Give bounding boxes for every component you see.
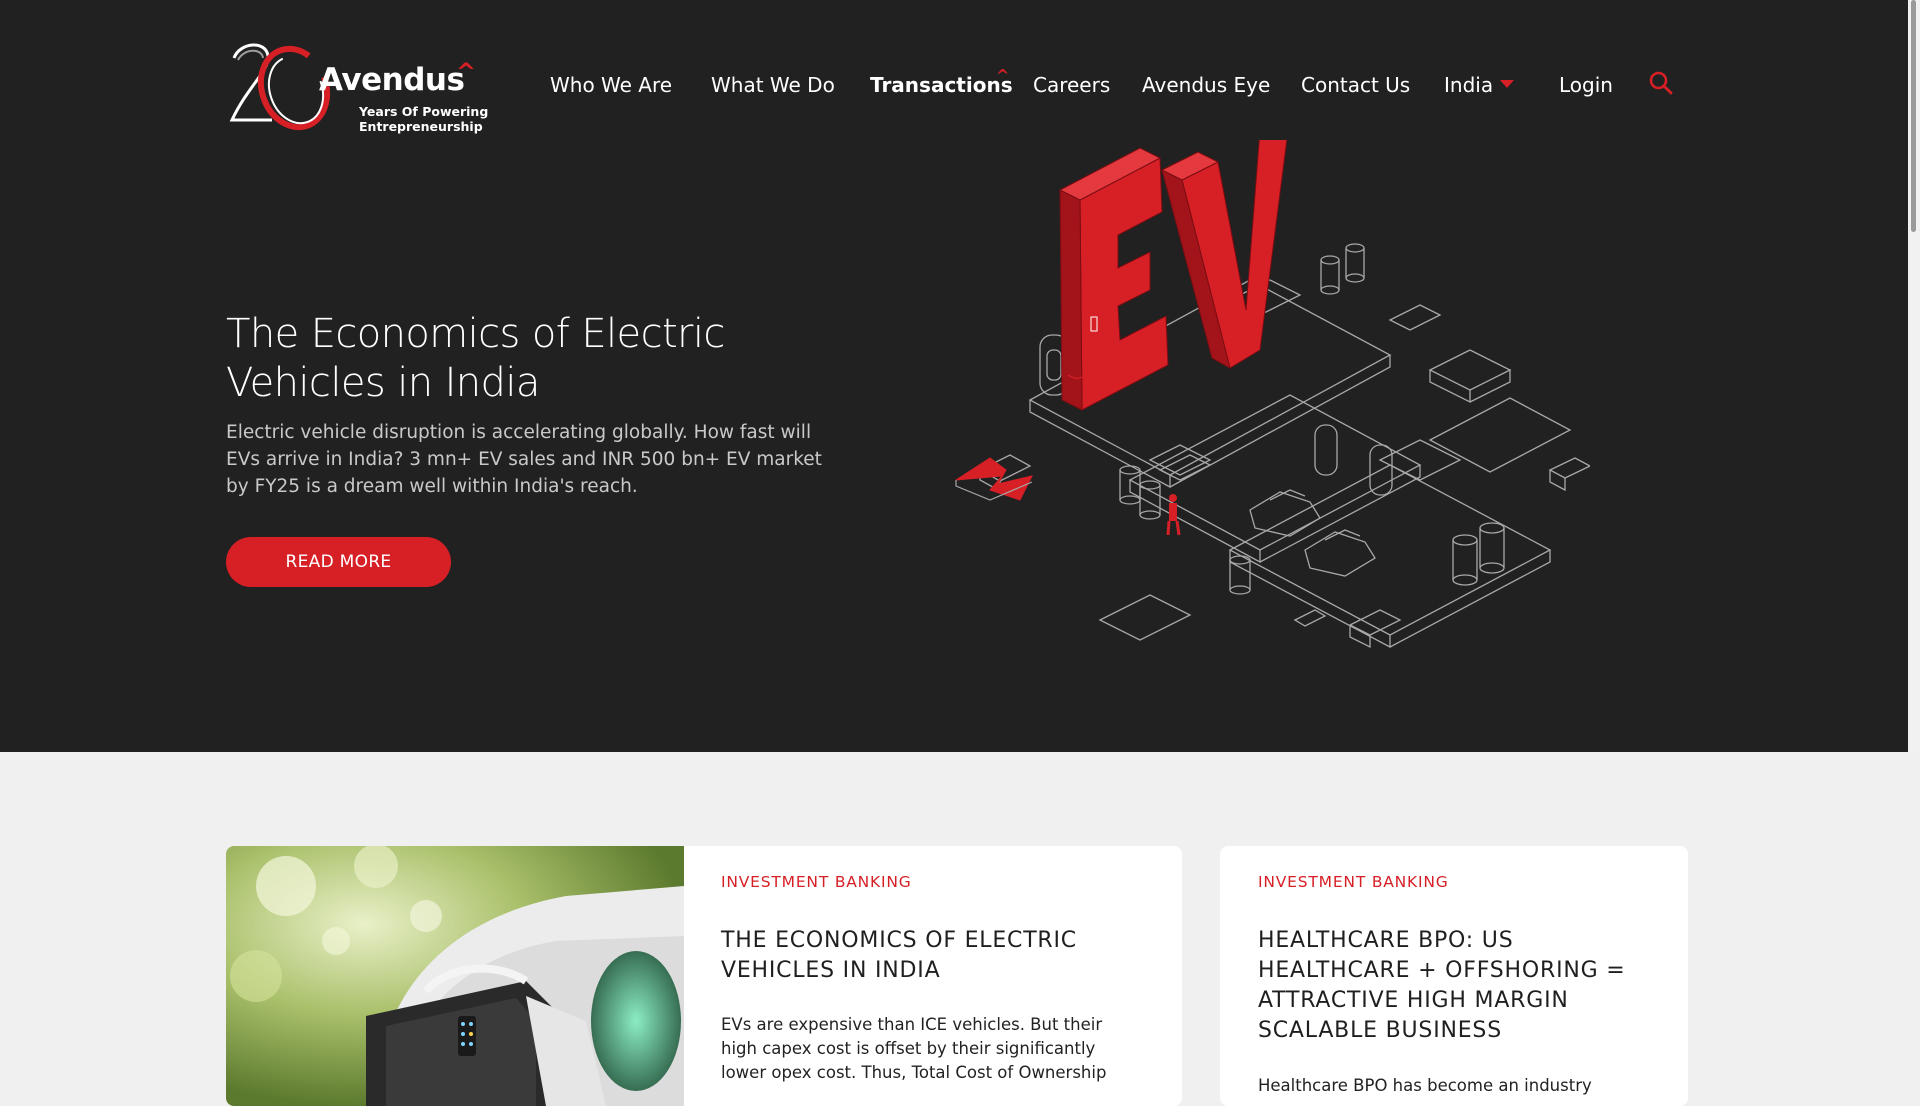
logo-tagline: Years Of Powering Entrepreneurship: [359, 104, 488, 134]
nav-who-we-are[interactable]: Who We Are: [550, 70, 672, 100]
read-more-button[interactable]: READ MORE: [226, 537, 451, 587]
ev-charging-photo: [226, 846, 684, 1106]
ev-isometric-illustration: [955, 140, 1590, 649]
nav-careers[interactable]: Careers: [1033, 70, 1110, 100]
transactions-active-caret-icon: ^: [996, 66, 1010, 85]
nav-region-india[interactable]: India: [1444, 70, 1493, 100]
article-card[interactable]: INVESTMENT BANKING HEALTHCARE BPO: US HE…: [1220, 846, 1688, 1106]
nav-login[interactable]: Login: [1559, 70, 1613, 100]
hero-description: Electric vehicle disruption is accelerat…: [226, 422, 822, 497]
nav-contact-us[interactable]: Contact Us: [1301, 70, 1410, 100]
main-nav: Who We Are What We Do Transactions ^ Car…: [0, 66, 1920, 100]
card-title[interactable]: HEALTHCARE BPO: US HEALTHCARE + OFFSHORI…: [1258, 926, 1658, 1046]
scrollbar-thumb[interactable]: [1911, 0, 1916, 232]
region-dropdown-arrow-icon[interactable]: [1500, 80, 1514, 88]
card-excerpt: EVs are expensive than ICE vehicles. But…: [721, 1015, 1107, 1082]
hero-title: The Economics of Electric Vehicles in In…: [226, 311, 725, 406]
nav-what-we-do[interactable]: What We Do: [711, 70, 835, 100]
logo-tagline-line1: Years Of Powering: [359, 104, 489, 119]
card-category: INVESTMENT BANKING: [1258, 873, 1449, 891]
card-title[interactable]: THE ECONOMICS OF ELECTRIC VEHICLES IN IN…: [721, 926, 1141, 986]
card-category: INVESTMENT BANKING: [721, 873, 912, 891]
nav-transactions[interactable]: Transactions: [870, 70, 1013, 100]
card-excerpt: Healthcare BPO has become an industry: [1258, 1076, 1592, 1095]
article-card[interactable]: INVESTMENT BANKING THE ECONOMICS OF ELEC…: [226, 846, 1182, 1106]
nav-avendus-eye[interactable]: Avendus Eye: [1142, 70, 1270, 100]
hero-section: Avendus ^ Years Of Powering Entrepreneur…: [0, 0, 1920, 752]
search-icon[interactable]: [1648, 70, 1674, 96]
logo-tagline-line2: Entrepreneurship: [359, 119, 483, 134]
